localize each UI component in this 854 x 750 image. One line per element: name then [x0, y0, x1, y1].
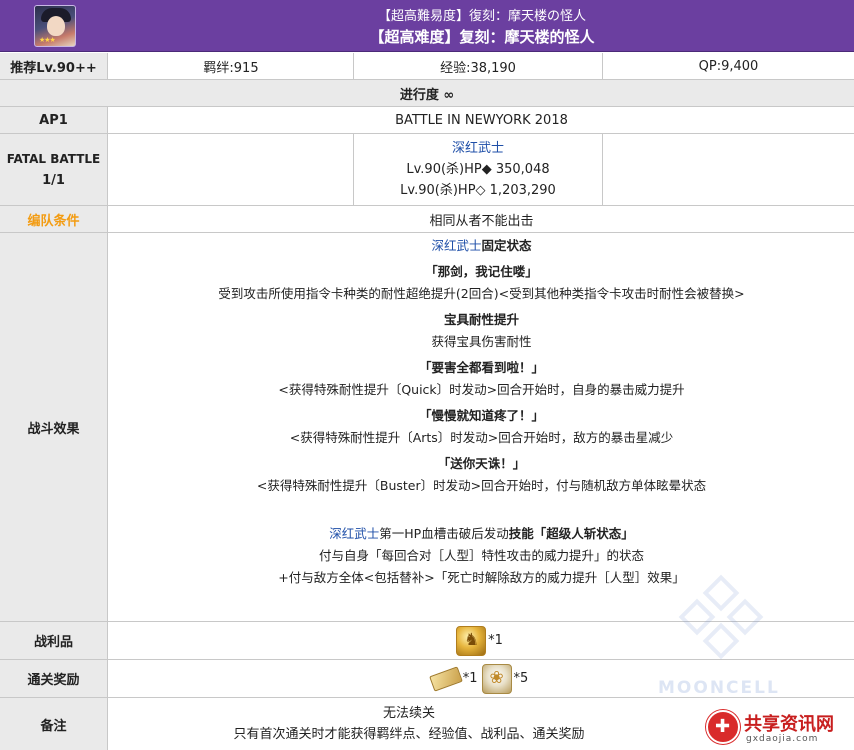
skill-desc: 获得宝具伤害耐性 [431, 334, 532, 349]
grail-item-icon[interactable] [481, 663, 512, 694]
skill-desc: <获得特殊耐性提升〔Buster〕时发动>回合开始时，付与随机敌方单体眩晕状态 [256, 478, 707, 493]
break-skill-heading: 深红武士第一HP血槽击破后发动技能「超级人斩状态」 [109, 523, 854, 545]
fatal-battle-row: FATAL BATTLE 1/1 深红武士 Lv.90(杀)HP◆ 350,04… [0, 134, 854, 206]
enemy-name-link[interactable]: 深红武士 [452, 138, 504, 159]
fixed-state-suffix: 固定状态 [481, 238, 532, 253]
logo-subtitle: gxdaojia.com [746, 734, 819, 744]
clear-reward-items: *1 *5 [109, 660, 854, 697]
formation-value: 相同从者不能出击 [429, 213, 534, 229]
notes-line: 无法续关 [382, 706, 435, 721]
battle-effects-label: 战斗效果 [0, 233, 108, 621]
progress-label: 进行度 ∞ [399, 87, 455, 103]
quest-header: ★★★ 【超高難易度】復刻：摩天楼の怪人 【超高难度】复刻：摩天楼的怪人 [0, 0, 854, 52]
ticket-item-icon[interactable] [428, 665, 463, 692]
logo-badge-icon [706, 710, 740, 744]
clear-reward-label: 通关奖励 [0, 660, 108, 697]
notes-content: 无法续关 只有首次通关时才能获得羁绊点、经验值、战利品、通关奖励 [109, 698, 709, 750]
ap-row: AP1 BATTLE IN NEWYORK 2018 [0, 107, 854, 134]
quest-title-jp: 【超高難易度】復刻：摩天楼の怪人 [377, 9, 586, 24]
enemy-hp-1: Lv.90(杀)HP◆ 350,048 [406, 162, 550, 177]
formation-label: 编队条件 [0, 206, 108, 232]
coin-item-icon[interactable] [456, 625, 487, 656]
skill-title: 「要害全都看到啦！」 [418, 360, 544, 375]
battle-effects-content: 深红武士固定状态 「那剑，我记住喽」 受到攻击所使用指令卡种类的耐性超绝提升(2… [109, 233, 854, 621]
drop-count: *1 [488, 633, 503, 648]
enemy-name-link[interactable]: 深红武士 [431, 238, 481, 253]
skill-desc: <获得特殊耐性提升〔Quick〕时发动>回合开始时，自身的暴击威力提升 [278, 382, 685, 397]
recommended-level: 推荐Lv.90++ [0, 53, 108, 79]
battle-effects-row: 战斗效果 深红武士固定状态 「那剑，我记住喽」 受到攻击所使用指令卡种类的耐性超… [0, 233, 854, 622]
enemy-name-link[interactable]: 深红武士 [329, 526, 379, 541]
drops-label: 战利品 [0, 622, 108, 659]
enemy-cell: 深红武士 Lv.90(杀)HP◆ 350,048 Lv.90(杀)HP◇ 1,2… [353, 134, 602, 205]
fatal-battle-title: FATAL BATTLE [6, 151, 101, 166]
site-logo: 共享资讯网 gxdaojia.com [700, 706, 854, 750]
skill-title: 「那剑，我记住喽」 [425, 264, 538, 279]
bond-points: 羁绊:915 [203, 60, 259, 76]
formation-row: 编队条件 相同从者不能出击 [0, 206, 854, 233]
rarity-stars-icon: ★★★ [39, 36, 56, 44]
logo-title: 共享资讯网 [744, 714, 834, 735]
fatal-battle-label: FATAL BATTLE 1/1 [0, 134, 108, 205]
skill-title: 「送你天诛！」 [437, 456, 526, 471]
clear-reward-row: 通关奖励 *1 *5 [0, 660, 854, 698]
drops-row: 战利品 *1 [0, 622, 854, 660]
notes-line: 只有首次通关时才能获得羁绊点、经验值、战利品、通关奖励 [233, 727, 585, 742]
skill-desc: <获得特殊耐性提升〔Arts〕时发动>回合开始时，敌方的暴击星减少 [289, 430, 674, 445]
break-skill-desc: 付与自身「每回合对［人型］特性攻击的威力提升」的状态 [318, 548, 644, 563]
empty-enemy-cell [602, 134, 854, 205]
quest-title-cn: 【超高难度】复刻：摩天楼的怪人 [369, 28, 595, 46]
progress-row: 进行度 ∞ [0, 80, 854, 107]
drops-items: *1 [109, 622, 854, 659]
skill-title: 宝具耐性提升 [443, 312, 519, 327]
notes-label: 备注 [0, 698, 108, 750]
skill-desc: 受到攻击所使用指令卡种类的耐性超绝提升(2回合)<受到其他种类指令卡攻击时耐性会… [218, 286, 745, 301]
battle-name: BATTLE IN NEWYORK 2018 [395, 112, 568, 128]
avatar-face [47, 16, 65, 36]
break-trigger: 第一HP血槽击破后发动 [379, 526, 509, 541]
skill-title: 「慢慢就知道疼了！」 [418, 408, 544, 423]
exp-points: 经验:38,190 [353, 53, 602, 79]
reward-count: *5 [513, 671, 529, 686]
break-skill-name: 技能「超级人斩状态」 [508, 526, 634, 541]
ap-label: AP1 [0, 107, 108, 133]
reward-count: *1 [462, 671, 478, 686]
break-skill-desc: +付与敌方全体<包括替补>「死亡时解除敌方的威力提升［人型］效果」 [278, 570, 685, 585]
servant-avatar[interactable]: ★★★ [34, 5, 76, 47]
fixed-state-heading: 深红武士固定状态 [109, 235, 854, 257]
enemy-hp-2: Lv.90(杀)HP◇ 1,203,290 [400, 183, 556, 198]
info-row: 推荐Lv.90++ 羁绊:915 经验:38,190 QP:9,400 [0, 53, 854, 80]
fatal-battle-count: 1/1 [42, 172, 65, 188]
qp-reward: QP:9,400 [602, 53, 854, 79]
